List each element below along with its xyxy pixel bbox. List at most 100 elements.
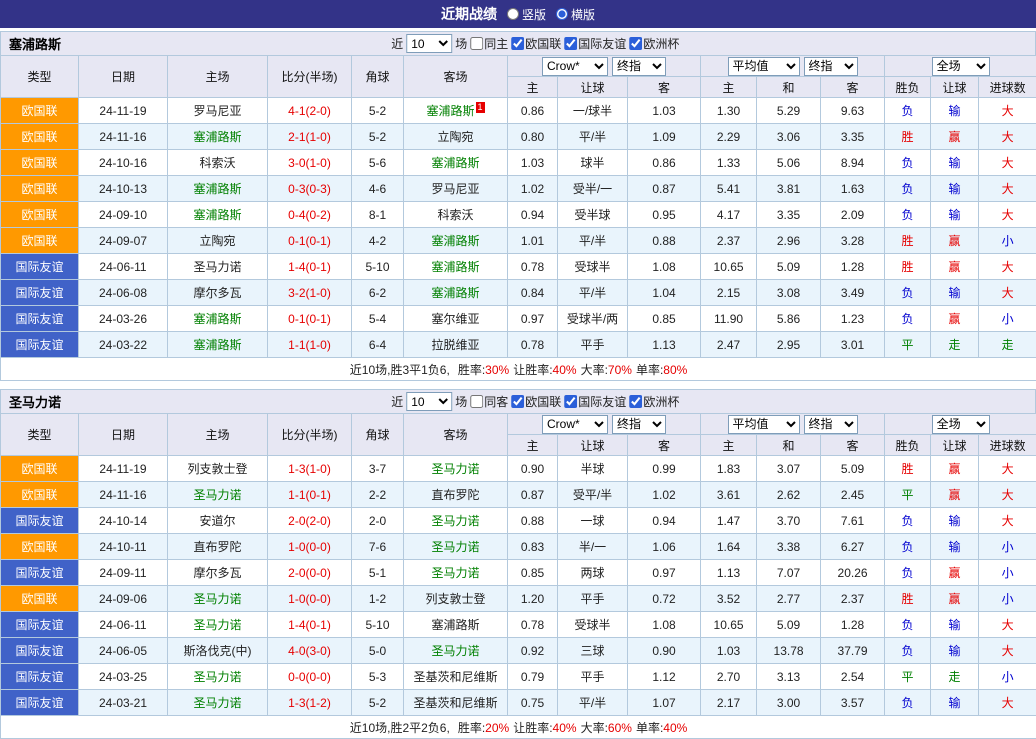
friendly-checkbox[interactable] [564, 395, 577, 408]
nations-league-checkbox[interactable] [511, 395, 524, 408]
result-goals: 大 [979, 508, 1036, 534]
avg-home: 2.70 [701, 664, 757, 690]
filter-controls: 近 10 场 同主 欧国联 国际友谊 [391, 34, 679, 53]
result-goals: 小 [979, 228, 1036, 254]
league-type-badge: 欧国联 [1, 228, 79, 254]
horizontal-view-label: 横版 [571, 6, 595, 23]
corner-kicks: 2-0 [352, 508, 404, 534]
result-winlose: 平 [885, 332, 931, 358]
match-row: 欧国联24-11-16塞浦路斯2-1(1-0)5-2立陶宛0.80平/半1.09… [1, 124, 1036, 150]
away-team: 圣马力诺 [404, 560, 508, 586]
same-venue-filter[interactable]: 同客 [470, 393, 508, 410]
avg-stage-select[interactable]: 终指 [804, 57, 858, 76]
col-date: 日期 [79, 56, 168, 98]
same-venue-checkbox[interactable] [470, 37, 483, 50]
stat-label: 让胜率: [513, 363, 552, 377]
odds-away: 0.72 [628, 586, 701, 612]
odds-away: 0.99 [628, 456, 701, 482]
stat-value: 80% [663, 363, 687, 377]
horizontal-view-radio[interactable] [556, 8, 568, 20]
avg-draw: 3.08 [757, 280, 821, 306]
friendly-checkbox[interactable] [564, 37, 577, 50]
bookmaker-select[interactable]: Crow* [542, 415, 608, 434]
result-winlose: 负 [885, 306, 931, 332]
odds-stage-select[interactable]: 终指 [612, 57, 666, 76]
corner-kicks: 4-2 [352, 228, 404, 254]
league-type-badge: 欧国联 [1, 482, 79, 508]
same-venue-filter[interactable]: 同主 [470, 35, 508, 52]
league-filter-euro[interactable]: 欧洲杯 [629, 35, 679, 52]
avg-home: 10.65 [701, 254, 757, 280]
league-filter-friendly[interactable]: 国际友谊 [564, 393, 626, 410]
odds-away: 1.08 [628, 254, 701, 280]
home-team: 安道尔 [168, 508, 268, 534]
avg-stage-select[interactable]: 终指 [804, 415, 858, 434]
scope-select[interactable]: 全场 [932, 415, 990, 434]
result-handicap: 赢 [931, 254, 979, 280]
result-handicap: 输 [931, 202, 979, 228]
score-halftime: 1-3(1-2) [268, 690, 352, 716]
avg-draw: 3.70 [757, 508, 821, 534]
match-row: 欧国联24-11-19罗马尼亚4-1(2-0)5-2塞浦路斯10.86一/球半1… [1, 98, 1036, 124]
vertical-view-radio[interactable] [507, 8, 519, 20]
euro-checkbox[interactable] [629, 395, 642, 408]
result-goals: 大 [979, 254, 1036, 280]
average-type-select[interactable]: 平均值 [728, 57, 800, 76]
avg-away: 3.49 [821, 280, 885, 306]
avg-home: 1.03 [701, 638, 757, 664]
odds-stage-select[interactable]: 终指 [612, 415, 666, 434]
col-away: 客场 [404, 56, 508, 98]
col-avg-away: 客 [821, 77, 885, 98]
odds-home: 0.78 [508, 254, 558, 280]
avg-draw: 3.38 [757, 534, 821, 560]
same-venue-checkbox[interactable] [470, 395, 483, 408]
away-team: 拉脱维亚 [404, 332, 508, 358]
away-team: 圣基茨和尼维斯 [404, 664, 508, 690]
score-halftime: 3-2(1-0) [268, 280, 352, 306]
league-type-badge: 国际友谊 [1, 612, 79, 638]
corner-kicks: 2-2 [352, 482, 404, 508]
avg-home: 4.17 [701, 202, 757, 228]
match-date: 24-09-10 [79, 202, 168, 228]
result-goals: 大 [979, 690, 1036, 716]
home-team: 列支敦士登 [168, 456, 268, 482]
league-type-badge: 欧国联 [1, 124, 79, 150]
odds-home: 0.84 [508, 280, 558, 306]
result-winlose: 负 [885, 560, 931, 586]
games-count-select[interactable]: 10 [406, 392, 452, 411]
match-date: 24-11-19 [79, 456, 168, 482]
score-halftime: 3-0(1-0) [268, 150, 352, 176]
corner-kicks: 8-1 [352, 202, 404, 228]
col-odds-handicap: 让球 [558, 435, 628, 456]
scope-select[interactable]: 全场 [932, 57, 990, 76]
league-filter-friendly[interactable]: 国际友谊 [564, 35, 626, 52]
view-option-horizontal[interactable]: 横版 [556, 6, 595, 23]
handicap-line: 平/半 [558, 280, 628, 306]
games-count-select[interactable]: 10 [406, 34, 452, 53]
average-type-select[interactable]: 平均值 [728, 415, 800, 434]
handicap-line: 球半 [558, 150, 628, 176]
bookmaker-select[interactable]: Crow* [542, 57, 608, 76]
nations-league-checkbox[interactable] [511, 37, 524, 50]
league-filter-euro[interactable]: 欧洲杯 [629, 393, 679, 410]
summary-cell: 近10场,胜2平2负6,胜率:20%让胜率:40%大率:60%单率:40% [1, 716, 1036, 739]
col-avg-draw: 和 [757, 77, 821, 98]
corner-kicks: 5-2 [352, 690, 404, 716]
handicap-line: 平手 [558, 586, 628, 612]
avg-home: 10.65 [701, 612, 757, 638]
away-team: 塞尔维亚 [404, 306, 508, 332]
avg-away: 3.28 [821, 228, 885, 254]
home-team: 圣马力诺 [168, 664, 268, 690]
avg-away: 1.28 [821, 254, 885, 280]
result-winlose: 负 [885, 150, 931, 176]
view-option-vertical[interactable]: 竖版 [507, 6, 546, 23]
league-filter-nations[interactable]: 欧国联 [511, 35, 561, 52]
avg-home: 11.90 [701, 306, 757, 332]
stat-value: 40% [553, 363, 577, 377]
odds-away: 0.87 [628, 176, 701, 202]
euro-checkbox[interactable] [629, 37, 642, 50]
league-filter-nations[interactable]: 欧国联 [511, 393, 561, 410]
handicap-line: 受球半/两 [558, 306, 628, 332]
stat-label: 单率: [636, 363, 663, 377]
result-handicap: 赢 [931, 228, 979, 254]
